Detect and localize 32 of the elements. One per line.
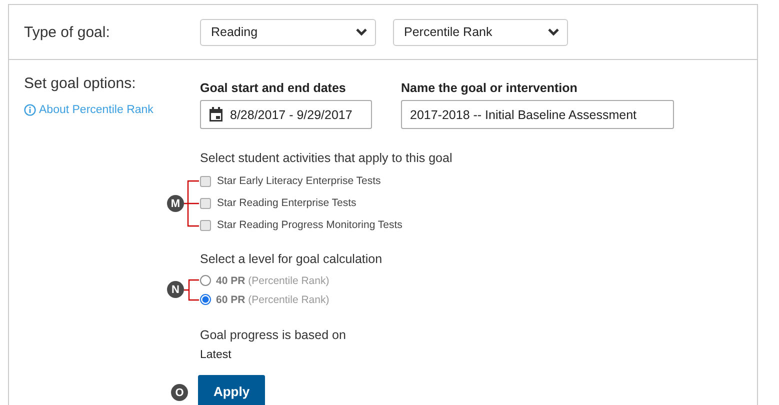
bracket-drawing [184,279,199,301]
set-goal-options-label: Set goal options: [24,75,137,92]
chevron-down-icon [356,28,367,36]
checkbox[interactable] [200,220,211,230]
chevron-down-icon [548,28,559,36]
radio-button[interactable] [200,275,211,286]
subject-dropdown[interactable]: Reading [200,18,376,46]
callout-badge: O [171,384,188,401]
activities-heading: Select student activities that apply to this goal [200,151,452,165]
measure-dropdown[interactable]: Percentile Rank [393,18,568,46]
level-label: 60 PR (Percentile Rank) [216,294,330,306]
bracket-drawing [184,180,199,227]
level-heading: Select a level for goal calculation [200,252,382,266]
goal-name-field[interactable]: 2017-2018 -- Initial Baseline Assessment [401,100,674,129]
dates-label: Goal start and end dates [200,81,347,95]
activity-label: Star Early Literacy Enterprise Tests [217,175,381,187]
info-icon [24,104,36,116]
checkbox[interactable] [200,176,211,186]
progress-heading: Goal progress is based on [200,328,346,342]
level-label: 40 PR (Percentile Rank) [216,274,330,286]
checkbox[interactable] [200,198,211,208]
goal-name-label: Name the goal or intervention [401,81,578,95]
calendar-icon [209,107,223,122]
callout-badge: M [167,195,184,212]
activity-label: Star Reading Progress Monitoring Tests [217,219,402,231]
date-range-field[interactable]: 8/28/2017 - 9/29/2017 [200,100,372,129]
progress-value: Latest [200,349,232,361]
radio-button[interactable] [200,294,211,305]
apply-button[interactable]: Apply [198,375,265,405]
callout-badge: N [167,281,184,298]
type-of-goal-label: Type of goal: [24,24,111,40]
activity-label: Star Reading Enterprise Tests [217,197,356,209]
